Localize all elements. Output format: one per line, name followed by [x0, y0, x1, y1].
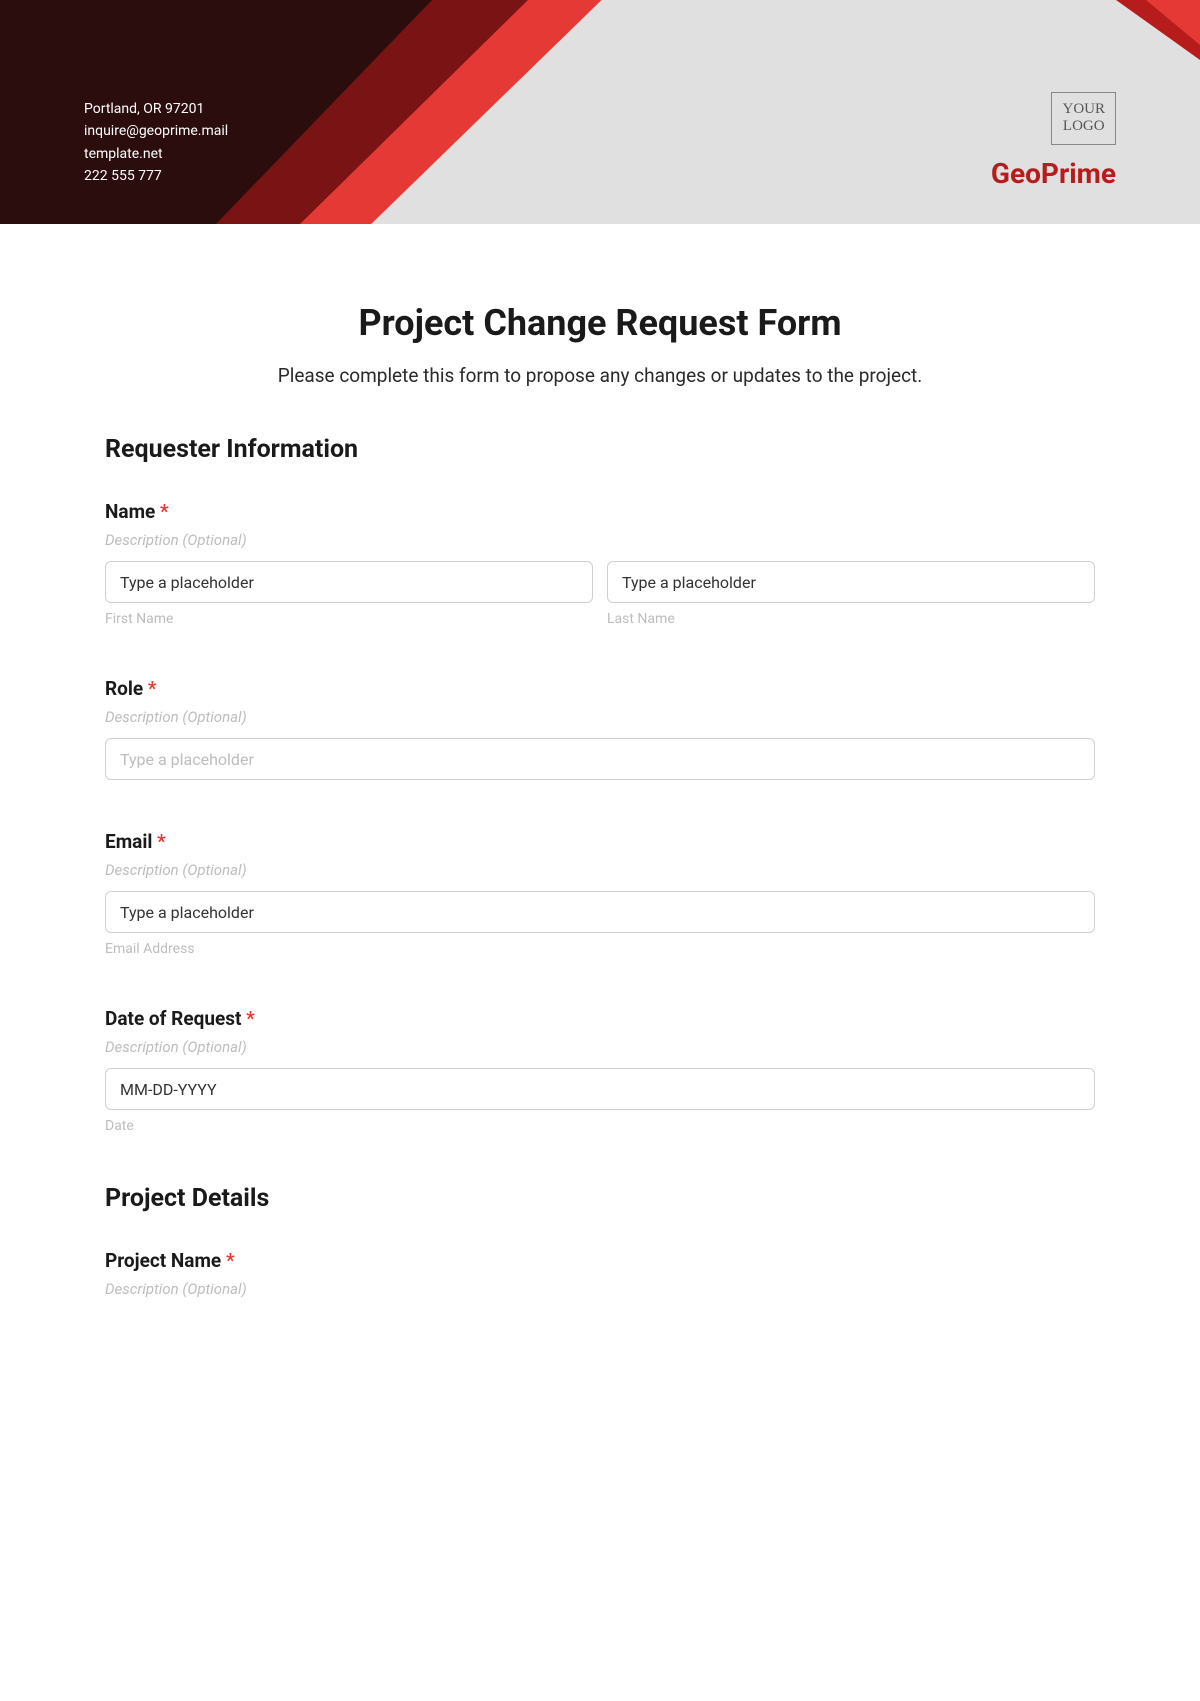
field-description: Description (Optional): [105, 708, 1095, 726]
contact-info: Portland, OR 97201 inquire@geoprime.mail…: [84, 98, 228, 188]
brand-name: GeoPrime: [991, 157, 1116, 190]
field-name: Name * Description (Optional) First Name…: [105, 500, 1095, 627]
field-description: Description (Optional): [105, 531, 1095, 549]
form-instruction: Please complete this form to propose any…: [105, 364, 1095, 387]
sub-label: Date: [105, 1118, 1095, 1134]
field-label: Name *: [105, 500, 1095, 523]
field-description: Description (Optional): [105, 1038, 1095, 1056]
brand-area: YOUR LOGO GeoPrime: [991, 92, 1116, 190]
field-project-name: Project Name * Description (Optional): [105, 1249, 1095, 1298]
email-input[interactable]: [105, 891, 1095, 933]
field-date: Date of Request * Description (Optional)…: [105, 1007, 1095, 1134]
required-marker: *: [226, 1249, 235, 1272]
field-description: Description (Optional): [105, 1280, 1095, 1298]
field-label: Email *: [105, 830, 1095, 853]
section-project-heading: Project Details: [105, 1184, 1095, 1213]
logo-line: YOUR: [1062, 101, 1105, 118]
form-title: Project Change Request Form: [105, 302, 1095, 344]
field-label: Project Name *: [105, 1249, 1095, 1272]
required-marker: *: [157, 830, 166, 853]
role-input[interactable]: [105, 738, 1095, 780]
logo-line: LOGO: [1062, 118, 1105, 135]
required-marker: *: [246, 1007, 255, 1030]
logo-placeholder: YOUR LOGO: [1051, 92, 1116, 145]
sub-label: Last Name: [607, 611, 1095, 627]
field-label: Date of Request *: [105, 1007, 1095, 1030]
form-content: Project Change Request Form Please compl…: [0, 224, 1200, 1350]
sub-label: First Name: [105, 611, 593, 627]
contact-phone: 222 555 777: [84, 165, 228, 187]
contact-email: inquire@geoprime.mail: [84, 120, 228, 142]
first-name-input[interactable]: [105, 561, 593, 603]
header-banner: Portland, OR 97201 inquire@geoprime.mail…: [0, 0, 1200, 224]
contact-website: template.net: [84, 143, 228, 165]
date-input[interactable]: [105, 1068, 1095, 1110]
sub-label: Email Address: [105, 941, 1095, 957]
field-role: Role * Description (Optional): [105, 677, 1095, 780]
field-label: Role *: [105, 677, 1095, 700]
contact-address: Portland, OR 97201: [84, 98, 228, 120]
field-email: Email * Description (Optional) Email Add…: [105, 830, 1095, 957]
field-description: Description (Optional): [105, 861, 1095, 879]
required-marker: *: [148, 677, 157, 700]
last-name-input[interactable]: [607, 561, 1095, 603]
required-marker: *: [160, 500, 169, 523]
section-requester-heading: Requester Information: [105, 435, 1095, 464]
